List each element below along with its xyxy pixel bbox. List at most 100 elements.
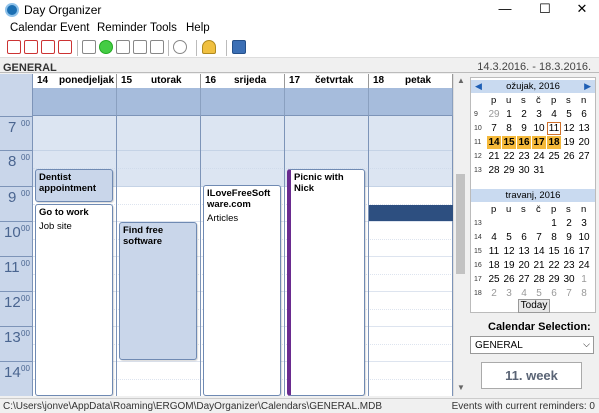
mini-calendar-day[interactable]: 15	[502, 136, 516, 149]
menu-reminder[interactable]: Reminder	[97, 22, 147, 34]
mini-calendar-day[interactable]: 11	[487, 245, 501, 258]
day-header[interactable]: 15 utorak	[117, 74, 201, 88]
mini-calendar-day[interactable]: 8	[577, 287, 591, 300]
event-picnic[interactable]: Picnic with Nick	[287, 169, 365, 396]
mini-calendar-day[interactable]: 7	[487, 122, 501, 135]
mini-calendar-day[interactable]: 18	[547, 136, 561, 149]
allday-cell[interactable]	[285, 88, 369, 116]
mini-calendar-day[interactable]: 5	[562, 108, 576, 121]
mini-calendar-day[interactable]: 28	[487, 164, 501, 177]
menu-help[interactable]: Help	[186, 22, 210, 34]
mini-calendar-day[interactable]: 27	[577, 150, 591, 163]
mini-calendar-day[interactable]: 6	[577, 108, 591, 121]
day-header[interactable]: 17 četvrtak	[285, 74, 369, 88]
mini-calendar-day[interactable]: 1	[547, 217, 561, 230]
close-button[interactable]: ✕	[565, 0, 599, 20]
mini-calendar-day[interactable]: 12	[502, 245, 516, 258]
menu-tools[interactable]: Tools	[150, 22, 177, 34]
mini-calendar-day[interactable]: 13	[517, 245, 531, 258]
refresh-icon[interactable]	[99, 40, 113, 54]
mini-calendar-day[interactable]: 22	[547, 259, 561, 272]
minimize-button[interactable]: —	[488, 0, 522, 20]
scroll-down-icon[interactable]: ▼	[457, 383, 465, 392]
mini-calendar-day[interactable]: 26	[562, 150, 576, 163]
mini-calendar-day[interactable]: 13	[577, 122, 591, 135]
mini-calendar-day[interactable]: 2	[562, 217, 576, 230]
mini-calendar-day[interactable]: 25	[547, 150, 561, 163]
mini-calendar-day[interactable]: 19	[562, 136, 576, 149]
mini-calendar-day[interactable]: 27	[517, 273, 531, 286]
mini-calendar-day[interactable]: 6	[517, 231, 531, 244]
mini-calendar-day[interactable]: 2	[517, 108, 531, 121]
mini-calendar-day[interactable]: 31	[532, 164, 546, 177]
tools-icon[interactable]	[116, 40, 130, 54]
maximize-button[interactable]: ☐	[528, 0, 562, 20]
mini-calendar-day[interactable]: 10	[577, 231, 591, 244]
mini-calendar-day[interactable]: 24	[577, 259, 591, 272]
mini-calendar-day[interactable]: 1	[577, 273, 591, 286]
mini-calendar-day[interactable]: 7	[562, 287, 576, 300]
mini-calendar-day[interactable]: 26	[502, 273, 516, 286]
month-view-icon[interactable]	[41, 40, 55, 54]
mini-calendar-day[interactable]: 14	[487, 136, 501, 149]
day-header[interactable]: 16 srijeda	[201, 74, 285, 88]
mini-calendar-day[interactable]: 23	[517, 150, 531, 163]
event-ilovefreesoftware[interactable]: ILoveFreeSoftware.com Articles	[203, 185, 281, 396]
mini-calendar-day[interactable]: 21	[487, 150, 501, 163]
mini-calendar-day[interactable]: 12	[562, 122, 576, 135]
day-header[interactable]: 14 ponedjeljak	[33, 74, 117, 88]
mini-calendar-day[interactable]: 18	[487, 259, 501, 272]
mini-calendar-day[interactable]: 21	[532, 259, 546, 272]
allday-cell[interactable]	[33, 88, 117, 116]
allday-cell[interactable]	[117, 88, 201, 116]
event-go-to-work[interactable]: Go to work Job site	[35, 204, 113, 396]
mini-calendar-day[interactable]: 9	[562, 231, 576, 244]
mini-calendar-day[interactable]: 15	[547, 245, 561, 258]
prev-month-icon[interactable]: ◀	[475, 80, 482, 93]
menu-calendar[interactable]: Calendar	[10, 22, 57, 34]
mini-calendar-day[interactable]: 16	[517, 136, 531, 149]
mini-calendar-day[interactable]: 29	[487, 108, 501, 121]
scroll-thumb[interactable]	[456, 174, 465, 274]
day-view-icon[interactable]	[7, 40, 21, 54]
mini-calendar-day[interactable]: 10	[532, 122, 546, 135]
mini-calendar-day[interactable]: 8	[547, 231, 561, 244]
mini-calendar-day[interactable]: 23	[562, 259, 576, 272]
mini-calendar-day[interactable]: 19	[502, 259, 516, 272]
search-icon[interactable]	[173, 40, 187, 54]
mini-calendar-day[interactable]: 11	[547, 122, 561, 135]
scroll-up-icon[interactable]: ▲	[457, 76, 465, 85]
event-dentist[interactable]: Dentist appointment	[35, 169, 113, 202]
next-month-icon[interactable]: ▶	[584, 80, 591, 93]
mini-calendar-day[interactable]: 30	[562, 273, 576, 286]
selected-time-slot[interactable]	[369, 205, 453, 221]
mini-calendar-day[interactable]: 20	[577, 136, 591, 149]
mini-calendar-day[interactable]: 3	[502, 287, 516, 300]
year-view-icon[interactable]	[58, 40, 72, 54]
mini-calendar-day[interactable]: 17	[577, 245, 591, 258]
mini-calendar-day[interactable]: 30	[517, 164, 531, 177]
calendar-selection-dropdown[interactable]: GENERAL ⌵	[470, 336, 594, 354]
mini-calendar-day[interactable]: 20	[517, 259, 531, 272]
mini-calendar-day[interactable]: 17	[532, 136, 546, 149]
mini-calendar-day[interactable]: 1	[502, 108, 516, 121]
print-preview-icon[interactable]	[133, 40, 147, 54]
mini-calendar-day[interactable]: 4	[547, 108, 561, 121]
mini-calendar-day[interactable]: 5	[502, 231, 516, 244]
mini-calendar-day[interactable]: 14	[532, 245, 546, 258]
today-button[interactable]: Today	[518, 299, 550, 313]
mini-calendar-day[interactable]: 4	[487, 231, 501, 244]
week-grid[interactable]: 7 00 8 00 9 00 10 00 11 00 12 00 13 00 14 00 14 p…	[0, 74, 466, 396]
allday-cell[interactable]	[201, 88, 285, 116]
event-find-free-software[interactable]: Find free software	[119, 222, 197, 360]
mini-calendar-day[interactable]: 3	[532, 108, 546, 121]
mini-calendar-day[interactable]: 22	[502, 150, 516, 163]
mini-calendar-day[interactable]: 3	[577, 217, 591, 230]
mini-calendar-day[interactable]: 9	[517, 122, 531, 135]
calendar-icon[interactable]	[82, 40, 96, 54]
mini-calendar-day[interactable]: 16	[562, 245, 576, 258]
mini-calendar-day[interactable]: 8	[502, 122, 516, 135]
mini-calendar-day[interactable]: 7	[532, 231, 546, 244]
save-icon[interactable]	[232, 40, 246, 54]
bell-icon[interactable]	[202, 40, 216, 54]
